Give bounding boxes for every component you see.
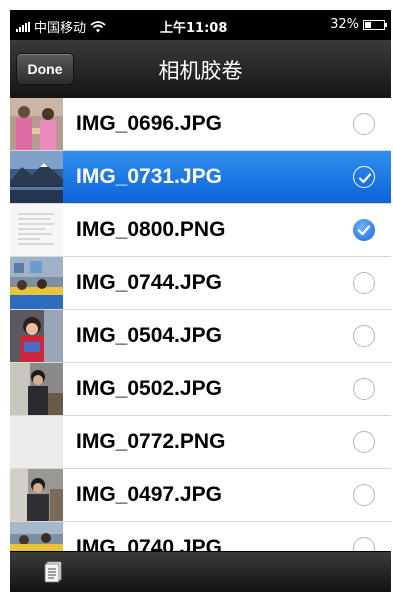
file-thumbnail <box>10 363 63 415</box>
unchecked-circle-icon[interactable] <box>353 537 375 551</box>
checkmark-icon[interactable] <box>353 219 375 241</box>
file-row[interactable]: IMG_0744.JPG <box>10 257 391 310</box>
file-thumbnail <box>10 522 63 551</box>
file-name: IMG_0504.JPG <box>76 324 222 347</box>
carrier-label: 中国移动 <box>34 21 87 36</box>
file-thumbnail <box>10 98 63 150</box>
file-name: IMG_0772.PNG <box>76 430 226 453</box>
file-thumbnail <box>10 416 63 468</box>
checkmark-icon[interactable] <box>353 166 375 188</box>
phone-screen: 中国移动 上午11:08 32% Done 相机胶卷 IMG_0696.JPG I… <box>10 10 391 592</box>
bottom-toolbar <box>10 551 391 592</box>
file-thumbnail <box>10 257 63 309</box>
status-left: 中国移动 <box>16 17 106 36</box>
file-thumbnail <box>10 469 63 521</box>
unchecked-circle-icon[interactable] <box>353 431 375 453</box>
file-name: IMG_0744.JPG <box>76 271 222 294</box>
file-name: IMG_0740.JPG <box>76 536 222 551</box>
status-right: 32% <box>330 17 387 32</box>
unchecked-circle-icon[interactable] <box>353 378 375 400</box>
unchecked-circle-icon[interactable] <box>353 272 375 294</box>
status-time: 上午11:08 <box>160 21 228 36</box>
status-bar: 中国移动 上午11:08 32% <box>10 10 391 40</box>
file-row[interactable]: IMG_0800.PNG <box>10 204 391 257</box>
file-list[interactable]: IMG_0696.JPG IMG_0731.JPG IMG_0800.PNG IMG_… <box>10 98 391 551</box>
file-row[interactable]: IMG_0502.JPG <box>10 363 391 416</box>
file-row[interactable]: IMG_0740.JPG <box>10 522 391 551</box>
file-row[interactable]: IMG_0731.JPG <box>10 151 391 204</box>
file-thumbnail <box>10 204 63 256</box>
file-row[interactable]: IMG_0497.JPG <box>10 469 391 522</box>
unchecked-circle-icon[interactable] <box>353 113 375 135</box>
signal-icon <box>16 21 30 32</box>
battery-percent: 32% <box>330 17 359 32</box>
file-name: IMG_0696.JPG <box>76 112 222 135</box>
file-name: IMG_0502.JPG <box>76 377 222 400</box>
nav-bar: Done 相机胶卷 <box>10 40 391 99</box>
battery-icon <box>363 19 387 30</box>
file-row[interactable]: IMG_0696.JPG <box>10 98 391 151</box>
file-thumbnail <box>10 151 63 203</box>
file-row[interactable]: IMG_0772.PNG <box>10 416 391 469</box>
unchecked-circle-icon[interactable] <box>353 325 375 347</box>
unchecked-circle-icon[interactable] <box>353 484 375 506</box>
file-row[interactable]: IMG_0504.JPG <box>10 310 391 363</box>
file-name: IMG_0731.JPG <box>76 165 222 188</box>
file-name: IMG_0497.JPG <box>76 483 222 506</box>
document-icon[interactable] <box>44 561 64 583</box>
file-name: IMG_0800.PNG <box>76 218 226 241</box>
file-thumbnail <box>10 310 63 362</box>
nav-title: 相机胶卷 <box>158 59 243 83</box>
wifi-icon <box>90 20 106 32</box>
